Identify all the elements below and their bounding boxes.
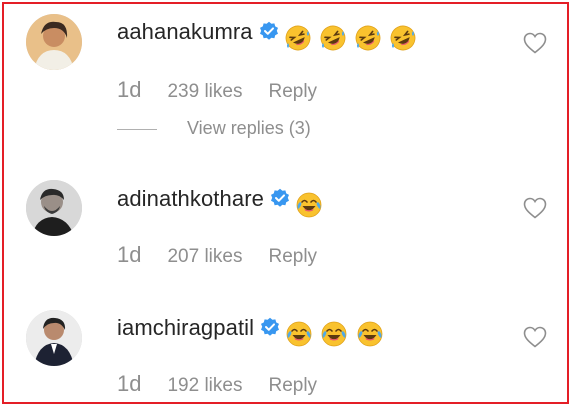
comment-meta: 1d 207 likes Reply <box>117 242 317 268</box>
rolling-on-floor-laughing-icon <box>355 25 381 51</box>
comment-meta: 1d 239 likes Reply <box>117 77 317 103</box>
avatar[interactable] <box>26 310 82 366</box>
like-heart-icon[interactable] <box>523 326 547 348</box>
rolling-on-floor-laughing-icon <box>320 25 346 51</box>
comment-username: iamchiragpatil <box>117 315 386 347</box>
face-with-tears-of-joy-icon <box>321 321 347 347</box>
view-replies-button[interactable]: View replies (3) <box>117 118 311 139</box>
comment-emojis <box>285 24 420 51</box>
like-heart-icon[interactable] <box>523 32 547 54</box>
avatar[interactable] <box>26 180 82 236</box>
likes-count[interactable]: 239 likes <box>167 81 242 102</box>
comment-username: adinathkothare <box>117 186 325 218</box>
reply-button[interactable]: Reply <box>268 375 317 396</box>
avatar-image <box>26 310 82 366</box>
face-with-tears-of-joy-icon <box>296 192 322 218</box>
replies-divider <box>117 128 157 130</box>
rolling-on-floor-laughing-icon <box>285 25 311 51</box>
like-heart-icon[interactable] <box>523 197 547 219</box>
avatar-image <box>26 180 82 236</box>
likes-count[interactable]: 207 likes <box>167 246 242 267</box>
comments-panel: aahanakumra 1d 239 likes Reply View repl… <box>2 2 569 404</box>
verified-badge-icon <box>261 317 280 336</box>
verified-badge-icon <box>259 21 278 40</box>
username-link[interactable]: adinathkothare <box>117 186 264 211</box>
comment-age: 1d <box>117 371 142 396</box>
likes-count[interactable]: 192 likes <box>167 375 242 396</box>
comment-emojis <box>296 191 325 218</box>
view-replies-label: View replies (3) <box>187 118 311 138</box>
face-with-tears-of-joy-icon <box>357 321 382 347</box>
username-link[interactable]: iamchiragpatil <box>117 315 254 340</box>
comment-meta: 1d 192 likes Reply <box>117 371 317 397</box>
reply-button[interactable]: Reply <box>268 246 317 267</box>
avatar[interactable] <box>26 14 82 70</box>
username-link[interactable]: aahanakumra <box>117 19 253 44</box>
comment-age: 1d <box>117 242 142 267</box>
avatar-image <box>26 14 82 70</box>
comment-age: 1d <box>117 77 142 102</box>
face-with-tears-of-joy-icon <box>286 321 312 347</box>
comment-emojis <box>286 320 385 347</box>
rolling-on-floor-laughing-icon <box>390 25 416 51</box>
verified-badge-icon <box>270 188 289 207</box>
comment-username: aahanakumra <box>117 19 419 51</box>
reply-button[interactable]: Reply <box>268 81 317 102</box>
